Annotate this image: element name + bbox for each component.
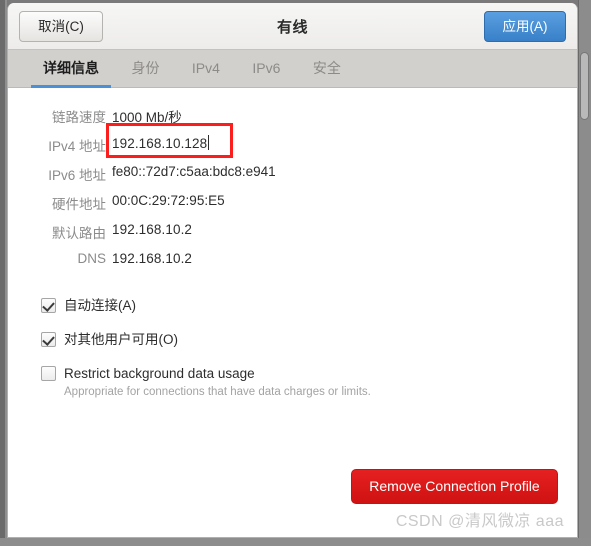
tab-security[interactable]: 安全 — [299, 50, 355, 88]
desktop-backdrop: 取消(C) 有线 应用(A) 详细信息 身份 IPv4 IPv6 安全 链路速度… — [0, 0, 591, 546]
checkbox-row-restrict-background-data[interactable]: Restrict background data usage Appropria… — [41, 364, 371, 400]
detail-row-link-speed: 链路速度 1000 Mb/秒 — [8, 102, 577, 131]
detail-label-ipv6-address: IPv6 地址 — [48, 168, 106, 183]
detail-value-hardware-address: 00:0C:29:72:95:E5 — [112, 193, 225, 208]
detail-row-ipv6-address: IPv6 地址 fe80::72d7:c5aa:bdc8:e941 — [8, 160, 577, 189]
tab-bar: 详细信息 身份 IPv4 IPv6 安全 — [8, 50, 577, 88]
detail-value-dns: 192.168.10.2 — [112, 251, 193, 266]
details-list: 链路速度 1000 Mb/秒 IPv4 地址 192.168.10.128 IP… — [8, 102, 577, 276]
text-caret — [208, 135, 210, 150]
checkbox-auto-connect[interactable] — [41, 298, 56, 313]
apply-button[interactable]: 应用(A) — [484, 11, 566, 42]
checkbox-label-restrict-background-data: Restrict background data usage — [64, 366, 255, 381]
details-panel: 链路速度 1000 Mb/秒 IPv4 地址 192.168.10.128 IP… — [8, 88, 577, 536]
watermark-text: CSDN @清风微凉 aaa — [395, 513, 564, 530]
background-left-strip — [0, 0, 7, 546]
dialog-headerbar: 取消(C) 有线 应用(A) — [8, 3, 577, 50]
checkbox-row-available-to-others[interactable]: 对其他用户可用(O) — [41, 330, 371, 350]
tab-identity[interactable]: 身份 — [117, 50, 173, 88]
background-scrollbar-thumb[interactable] — [580, 52, 589, 120]
detail-row-dns: DNS 192.168.10.2 — [8, 247, 577, 276]
detail-row-ipv4-address: IPv4 地址 192.168.10.128 — [8, 123, 577, 160]
detail-row-default-route: 默认路由 192.168.10.2 — [8, 218, 577, 247]
detail-value-ipv4-address: 192.168.10.128 — [112, 135, 210, 151]
remove-connection-profile-button[interactable]: Remove Connection Profile — [351, 469, 558, 504]
checkbox-subtitle-restrict-background-data: Appropriate for connections that have da… — [64, 386, 371, 398]
tab-details[interactable]: 详细信息 — [29, 50, 113, 88]
tab-ipv4[interactable]: IPv4 — [178, 50, 234, 88]
checkbox-label-available-to-others: 对其他用户可用(O) — [64, 332, 178, 347]
detail-value-ipv6-address: fe80::72d7:c5aa:bdc8:e941 — [112, 164, 276, 179]
background-scrollbar-track[interactable] — [578, 0, 591, 538]
detail-value-default-route: 192.168.10.2 — [112, 222, 193, 237]
detail-label-ipv4-address: IPv4 地址 — [48, 139, 106, 154]
options-list: 自动连接(A) 对其他用户可用(O) Restrict background d… — [41, 296, 371, 414]
detail-label-hardware-address: 硬件地址 — [52, 197, 106, 212]
ipv4-address-text: 192.168.10.128 — [112, 136, 208, 151]
background-bottom-strip — [0, 538, 591, 546]
connection-settings-dialog: 取消(C) 有线 应用(A) 详细信息 身份 IPv4 IPv6 安全 链路速度… — [7, 3, 578, 538]
checkbox-restrict-background-data[interactable] — [41, 366, 56, 381]
detail-label-default-route: 默认路由 — [52, 226, 106, 241]
tab-ipv6[interactable]: IPv6 — [238, 50, 294, 88]
detail-label-dns: DNS — [77, 251, 106, 266]
checkbox-available-to-others[interactable] — [41, 332, 56, 347]
checkbox-label-auto-connect: 自动连接(A) — [64, 298, 136, 313]
detail-row-hardware-address: 硬件地址 00:0C:29:72:95:E5 — [8, 189, 577, 218]
detail-value-link-speed: 1000 Mb/秒 — [112, 110, 182, 125]
detail-label-link-speed: 链路速度 — [52, 110, 106, 125]
checkbox-row-auto-connect[interactable]: 自动连接(A) — [41, 296, 371, 316]
